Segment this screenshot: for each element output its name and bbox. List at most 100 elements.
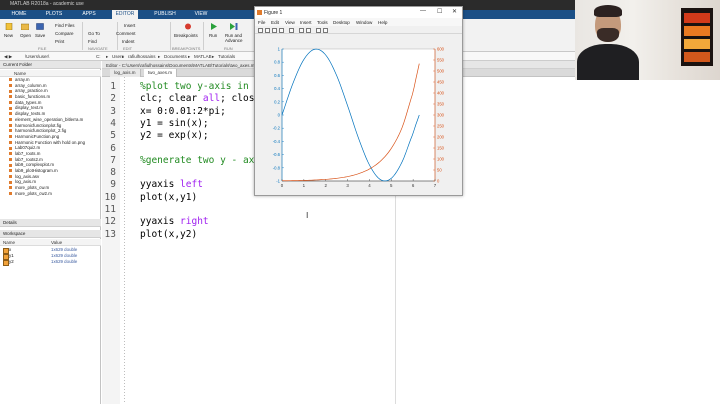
run-and-advance-button[interactable]: Run and Advance (225, 33, 251, 43)
breadcrumb-tutorials[interactable]: Tutorials (218, 54, 235, 59)
screen: MATLAB R2018a - academic use HOME PLOTS … (0, 0, 720, 404)
y-right-tick-label: 0 (437, 179, 440, 184)
open-button[interactable]: Open (20, 33, 31, 38)
code-text: x= 0:0.01:2*pi; (140, 105, 226, 117)
menu-tools[interactable]: Tools (317, 20, 328, 25)
workspace-var-row[interactable]: y2 1x629 double (0, 259, 101, 266)
line-number: 7 (110, 154, 116, 166)
y-left-tick-label: 0.8 (274, 60, 280, 65)
plot-area[interactable]: 0 1 2 3 4 5 6 7 -1 -0.8 -0.6 -0.4 -0.2 0 0.2 0.4 0.6 0.8 1… (255, 35, 462, 195)
insert-button[interactable]: Insert (124, 23, 135, 28)
yyaxis-chart[interactable]: 0 1 2 3 4 5 6 7-1-0.8-0.6-0.4-0.200.20.40.60.81… (255, 35, 462, 195)
details-header[interactable]: Details (0, 219, 101, 227)
line-number: 5 (110, 130, 116, 142)
save-button[interactable]: Save (35, 33, 45, 38)
go-to-button[interactable]: Go To (88, 31, 100, 36)
file-section-label: FILE (38, 46, 47, 51)
figure-title-bar[interactable]: Figure 1 — ☐ ✕ (255, 7, 462, 18)
name-column-header[interactable]: Name (0, 70, 101, 77)
tab-view[interactable]: VIEW (192, 10, 210, 19)
breadcrumb-documents[interactable]: Documents (164, 54, 187, 59)
new-button[interactable]: New (4, 33, 13, 38)
find-button[interactable]: Find (88, 39, 97, 44)
workspace-name-column[interactable]: Name (3, 240, 15, 245)
menu-insert[interactable]: Insert (300, 20, 312, 25)
figure-window[interactable]: Figure 1 — ☐ ✕ File Edit View Insert Too… (254, 6, 463, 196)
x-tick-label: 4 (368, 183, 371, 188)
tab-apps[interactable]: APPS (80, 10, 98, 19)
line-number: 6 (110, 142, 116, 154)
code-line[interactable]: 11 (102, 204, 532, 216)
save-icon (36, 23, 44, 30)
comment-button[interactable]: Comment (116, 31, 136, 36)
run-icon (211, 23, 217, 30)
editor-tab-log-axis[interactable]: log_axis.m (110, 69, 141, 77)
show-plot-tools-icon[interactable] (323, 27, 328, 33)
menu-desktop[interactable]: Desktop (333, 20, 350, 25)
y-right-tick-label: 550 (437, 58, 445, 63)
breadcrumb-sep: ▸ (188, 53, 191, 59)
y-left-tick-label: -0.6 (273, 152, 281, 157)
new-figure-icon[interactable] (258, 27, 263, 33)
maximize-icon[interactable]: ☐ (437, 8, 442, 15)
insert-colorbar-icon[interactable] (299, 27, 304, 33)
hide-plot-tools-icon[interactable] (316, 27, 321, 33)
menu-help[interactable]: Help (378, 20, 387, 25)
y-right-tick-label: 500 (437, 69, 445, 74)
presenter-beard (597, 28, 619, 42)
run-section-label: RUN (224, 46, 233, 51)
axes-background (281, 48, 436, 182)
y-right-tick-label: 200 (437, 135, 445, 140)
tab-home[interactable]: HOME (8, 10, 30, 19)
menu-edit[interactable]: Edit (271, 20, 279, 25)
workspace-header[interactable]: Workspace (0, 230, 101, 238)
code-text: y1 = sin(x); (140, 117, 209, 129)
code-keyword: left (180, 179, 203, 191)
insert-legend-icon[interactable] (306, 27, 311, 33)
minimize-icon[interactable]: — (420, 8, 426, 14)
back-icon[interactable]: ◀ ▶ (4, 54, 12, 60)
editor-tab-two-axes[interactable]: two_axes.m (144, 69, 178, 77)
y-left-tick-label: 0.6 (274, 73, 280, 78)
tab-editor[interactable]: EDITOR (112, 10, 138, 19)
tab-plots[interactable]: PLOTS (44, 10, 64, 19)
menu-view[interactable]: View (285, 20, 295, 25)
figure-toolbar (255, 26, 462, 34)
line-number: 2 (110, 93, 116, 105)
x-tick-label: 7 (434, 183, 437, 188)
link-plot-icon[interactable] (289, 27, 294, 33)
find-files-button[interactable]: Find Files (55, 23, 75, 28)
file-item[interactable]: more_plots_cw2.m (0, 191, 101, 197)
compare-button[interactable]: Compare (55, 31, 74, 36)
code-line[interactable]: 13 plot(x,y2) (102, 229, 532, 241)
breakpoints-button[interactable]: Breakpoints (174, 33, 198, 38)
open-figure-icon[interactable] (265, 27, 270, 33)
code-line[interactable]: 12 yyaxis right (102, 216, 532, 228)
breadcrumb-c[interactable]: C: (96, 54, 101, 59)
breadcrumb-user[interactable]: rafiulhossains (128, 54, 156, 59)
workspace-value-column[interactable]: Value (51, 239, 62, 246)
tab-publish[interactable]: PUBLISH (152, 10, 178, 19)
breadcrumb-matlab[interactable]: MATLAB (194, 54, 212, 59)
code-text: plot(x,y2) (140, 228, 198, 240)
line-number: 11 (104, 204, 116, 215)
indent-button[interactable]: Indent (122, 39, 135, 44)
section-divider (117, 22, 118, 50)
menu-file[interactable]: File (258, 20, 265, 25)
current-folder-header[interactable]: Current Folder (0, 61, 101, 69)
run-button[interactable]: Run (209, 33, 217, 38)
presenter-body (577, 44, 639, 80)
code-text: yyaxis right (140, 216, 209, 228)
line-number: 4 (110, 117, 116, 129)
code-text: plot(x,y1) (140, 191, 198, 203)
code-text: %generate two y - axes (140, 154, 266, 166)
menu-window[interactable]: Window (356, 20, 372, 25)
y-right-tick-label: 350 (437, 102, 445, 107)
x-tick-label: 6 (412, 183, 415, 188)
save-figure-icon[interactable] (272, 27, 277, 33)
print-button[interactable]: Print (55, 39, 64, 44)
left-path[interactable]: \Users\user\ (25, 54, 49, 59)
webcam-video (575, 0, 720, 80)
print-figure-icon[interactable] (279, 27, 284, 33)
close-icon[interactable]: ✕ (452, 8, 457, 15)
